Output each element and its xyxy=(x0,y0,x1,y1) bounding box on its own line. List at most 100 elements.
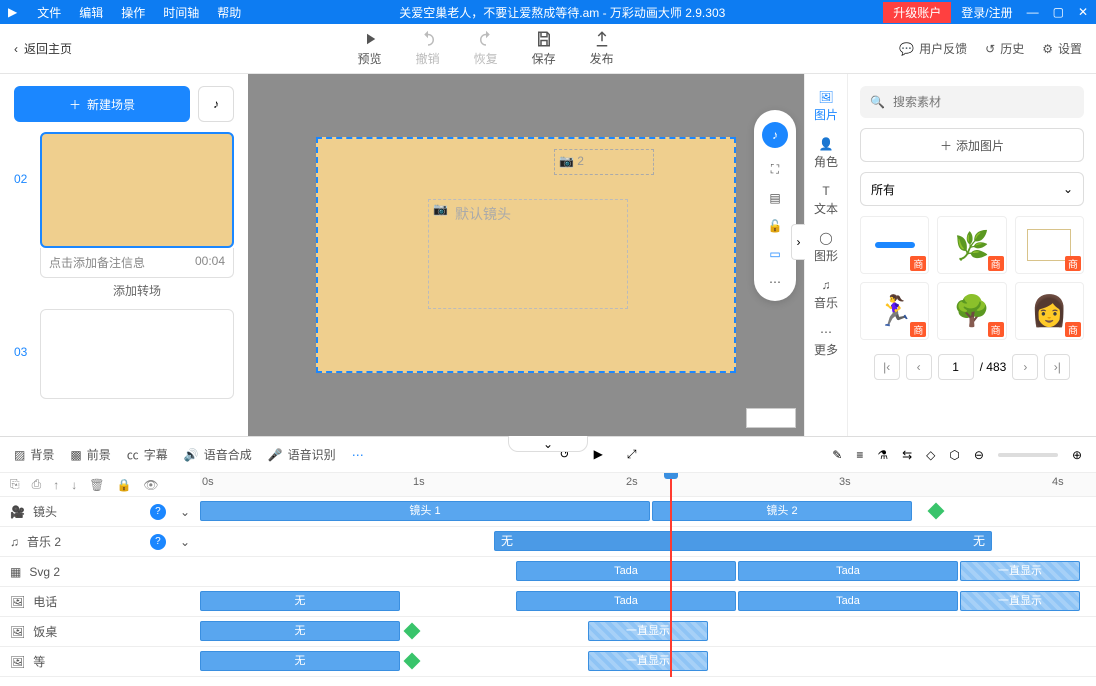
track-header-svg[interactable]: ▦Svg 2 xyxy=(0,557,200,587)
menu-help[interactable]: 帮助 xyxy=(217,4,241,21)
scene-thumbnail[interactable] xyxy=(40,132,234,248)
page-first-button[interactable]: |‹ xyxy=(874,354,900,380)
tl-keyframe-icon[interactable]: ◇ xyxy=(926,448,935,462)
chevron-down-icon[interactable]: ⌄ xyxy=(180,535,190,549)
new-scene-button[interactable]: ＋新建场景 xyxy=(14,86,190,122)
tl-filter-icon[interactable]: ⚗ xyxy=(877,448,888,462)
track-lane[interactable]: 无 一直显示 xyxy=(200,647,1096,677)
tl-more-icon[interactable]: ⋯ xyxy=(352,448,364,462)
menu-edit[interactable]: 编辑 xyxy=(79,4,103,21)
publish-button[interactable]: 发布 xyxy=(590,30,614,67)
track-lane[interactable]: 无 一直显示 xyxy=(200,617,1096,647)
clip-svg-always[interactable]: 一直显示 xyxy=(960,561,1080,581)
track-lane[interactable]: 无 无 xyxy=(200,527,1096,557)
clip-table-none[interactable]: 无 xyxy=(200,621,400,641)
track-lane[interactable]: 无 Tada Tada 一直显示 xyxy=(200,587,1096,617)
cat-text[interactable]: T文本 xyxy=(805,180,847,221)
asset-item[interactable]: 🌳商 xyxy=(937,282,1006,340)
tl-fullscreen-button[interactable]: ⤢ xyxy=(627,447,637,462)
tl-folder-icon[interactable]: ⎙ xyxy=(32,477,42,492)
cat-music[interactable]: ♫音乐 xyxy=(805,274,847,315)
add-image-button[interactable]: ＋添加图片 xyxy=(860,128,1084,162)
keyframe-icon[interactable] xyxy=(404,653,421,670)
asset-item[interactable]: 商 xyxy=(1015,216,1084,274)
tl-lock-icon[interactable]: 🔒 xyxy=(116,478,131,492)
timeline-ruler[interactable]: 0s 1s 2s 3s 4s xyxy=(200,473,1096,497)
canvas-tool-music[interactable]: ♪ xyxy=(762,122,788,148)
asset-item[interactable]: 🏃‍♀️商 xyxy=(860,282,929,340)
page-input[interactable] xyxy=(938,354,974,380)
track-header-music[interactable]: ♫音乐 2?⌄ xyxy=(0,527,200,557)
asset-item[interactable]: 商 xyxy=(860,216,929,274)
tl-asr-button[interactable]: 🎤语音识别 xyxy=(268,446,336,463)
clip-table-always[interactable]: 一直显示 xyxy=(588,621,708,641)
timeline-playhead[interactable] xyxy=(670,473,672,677)
clip-phone-none[interactable]: 无 xyxy=(200,591,400,611)
add-transition-button[interactable]: 添加转场 xyxy=(40,282,234,299)
menu-action[interactable]: 操作 xyxy=(121,4,145,21)
page-prev-button[interactable]: ‹ xyxy=(906,354,932,380)
tl-eye-icon[interactable]: 👁 xyxy=(143,478,158,492)
clip-phone-tada[interactable]: Tada xyxy=(738,591,958,611)
clip-svg-tada[interactable]: Tada xyxy=(738,561,958,581)
menu-timeline[interactable]: 时间轴 xyxy=(163,4,199,21)
asset-item[interactable]: 👩商 xyxy=(1015,282,1084,340)
tl-zoom-in-button[interactable]: ⊕ xyxy=(1072,448,1082,462)
scene-note[interactable]: 点击添加备注信息 xyxy=(49,254,145,271)
undo-button[interactable]: 撤销 xyxy=(416,30,440,67)
feedback-button[interactable]: 💬用户反馈 xyxy=(899,40,967,57)
canvas-stage[interactable]: 📷 2 📷 默认镜头 xyxy=(316,137,736,373)
camera-2-frame[interactable]: 📷 2 xyxy=(554,149,654,175)
track-header-phone[interactable]: 🖼电话 xyxy=(0,587,200,617)
menu-file[interactable]: 文件 xyxy=(37,4,61,21)
canvas-tool-lock[interactable]: 🔓 xyxy=(768,219,783,233)
back-home-button[interactable]: ‹ 返回主页 xyxy=(14,40,72,57)
tl-add-icon[interactable]: ⎘ xyxy=(10,477,20,492)
tl-edit-icon[interactable]: ✎ xyxy=(832,448,842,462)
scene-thumbnail[interactable] xyxy=(40,309,234,399)
cat-more[interactable]: ⋯更多 xyxy=(805,321,847,362)
upgrade-button[interactable]: 升级账户 xyxy=(883,2,951,23)
history-button[interactable]: ↺历史 xyxy=(985,40,1024,57)
track-header-camera[interactable]: 🎥镜头?⌄ xyxy=(0,497,200,527)
asset-item[interactable]: 🌿商 xyxy=(937,216,1006,274)
cat-image[interactable]: 🖼图片 xyxy=(805,86,847,127)
canvas-tool-screen[interactable]: ▭ xyxy=(769,247,780,261)
scene-music-button[interactable]: ♪ xyxy=(198,86,234,122)
help-icon[interactable]: ? xyxy=(150,504,166,520)
clip-etc-always[interactable]: 一直显示 xyxy=(588,651,708,671)
tl-zoom-slider[interactable] xyxy=(998,453,1058,457)
redo-button[interactable]: 恢复 xyxy=(474,30,498,67)
save-button[interactable]: 保存 xyxy=(532,30,556,67)
minimize-icon[interactable]: — xyxy=(1027,5,1039,19)
tl-subtitle-button[interactable]: ㏄字幕 xyxy=(127,446,168,463)
tl-align-icon[interactable]: ≡ xyxy=(856,448,863,462)
track-lane[interactable]: Tada Tada 一直显示 xyxy=(200,557,1096,587)
canvas-tool-focus[interactable]: ⛶ xyxy=(771,162,779,177)
settings-button[interactable]: ⚙设置 xyxy=(1042,40,1082,57)
clip-phone-tada[interactable]: Tada xyxy=(516,591,736,611)
page-next-button[interactable]: › xyxy=(1012,354,1038,380)
close-icon[interactable]: ✕ xyxy=(1078,5,1088,19)
clip-svg-tada[interactable]: Tada xyxy=(516,561,736,581)
help-icon[interactable]: ? xyxy=(150,534,166,550)
tl-zoom-out-button[interactable]: ⊖ xyxy=(974,448,984,462)
keyframe-icon[interactable] xyxy=(404,623,421,640)
tl-down-icon[interactable]: ↓ xyxy=(71,478,77,492)
tl-bg-button[interactable]: ▨背景 xyxy=(14,446,54,463)
page-last-button[interactable]: ›| xyxy=(1044,354,1070,380)
asset-search[interactable]: 🔍 xyxy=(860,86,1084,118)
clip-etc-none[interactable]: 无 xyxy=(200,651,400,671)
clip-camera-2[interactable]: 镜头 2 xyxy=(652,501,912,521)
chevron-down-icon[interactable]: ⌄ xyxy=(180,505,190,519)
canvas-tool-more[interactable]: ⋯ xyxy=(769,275,781,289)
cat-role[interactable]: 👤角色 xyxy=(805,133,847,174)
tl-fg-button[interactable]: ▩前景 xyxy=(70,446,110,463)
tl-play-button[interactable]: ▶ xyxy=(594,447,603,462)
track-lane[interactable]: 镜头 1 镜头 2 xyxy=(200,497,1096,527)
track-header-etc[interactable]: 🖼等 xyxy=(0,647,200,677)
track-header-table[interactable]: 🖼饭桌 xyxy=(0,617,200,647)
timeline-collapse-button[interactable]: ⌄ xyxy=(508,436,588,452)
tl-settings-icon[interactable]: ⇆ xyxy=(902,448,912,462)
clip-camera-1[interactable]: 镜头 1 xyxy=(200,501,650,521)
